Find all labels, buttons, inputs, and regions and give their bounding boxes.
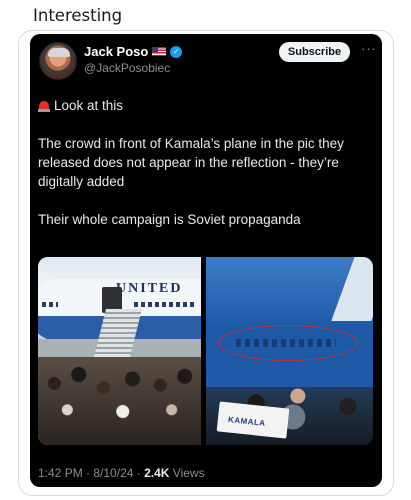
tweet-media[interactable]: UNITED KAMALA xyxy=(38,257,373,445)
tweet[interactable]: Jack Poso ✓ @JackPosobiec Subscribe ··· … xyxy=(30,34,382,487)
tweet-meta: 1:42 PM · 8/10/24 · 2.4K Views xyxy=(38,466,205,480)
tweet-time[interactable]: 1:42 PM xyxy=(38,466,83,480)
display-name[interactable]: Jack Poso xyxy=(84,44,148,59)
more-icon[interactable]: ··· xyxy=(361,41,377,56)
tweet-paragraph-2: The crowd in front of Kamala’s plane in … xyxy=(38,136,344,189)
flag-icon xyxy=(152,47,167,56)
views-count: 2.4K xyxy=(144,466,170,480)
avatar[interactable] xyxy=(39,42,77,80)
views-label: Views xyxy=(169,466,205,480)
tweet-text: Look at this The crowd in front of Kamal… xyxy=(38,96,378,229)
subscribe-button[interactable]: Subscribe xyxy=(279,42,350,62)
highlight-circle xyxy=(218,325,358,361)
tweet-date[interactable]: 8/10/24 xyxy=(93,466,133,480)
photo-plane-crowd[interactable]: UNITED xyxy=(38,257,201,445)
photo-reflection[interactable]: KAMALA xyxy=(206,257,373,445)
tweet-line-1: Look at this xyxy=(54,98,124,113)
verified-icon: ✓ xyxy=(170,45,183,58)
author-name-row: Jack Poso ✓ xyxy=(84,44,183,59)
siren-icon xyxy=(38,99,50,112)
plane-label: UNITED xyxy=(116,281,183,296)
page-heading: Interesting xyxy=(33,6,123,25)
handle[interactable]: @JackPosobiec xyxy=(84,61,170,75)
tweet-paragraph-3: Their whole campaign is Soviet propagand… xyxy=(38,212,301,227)
